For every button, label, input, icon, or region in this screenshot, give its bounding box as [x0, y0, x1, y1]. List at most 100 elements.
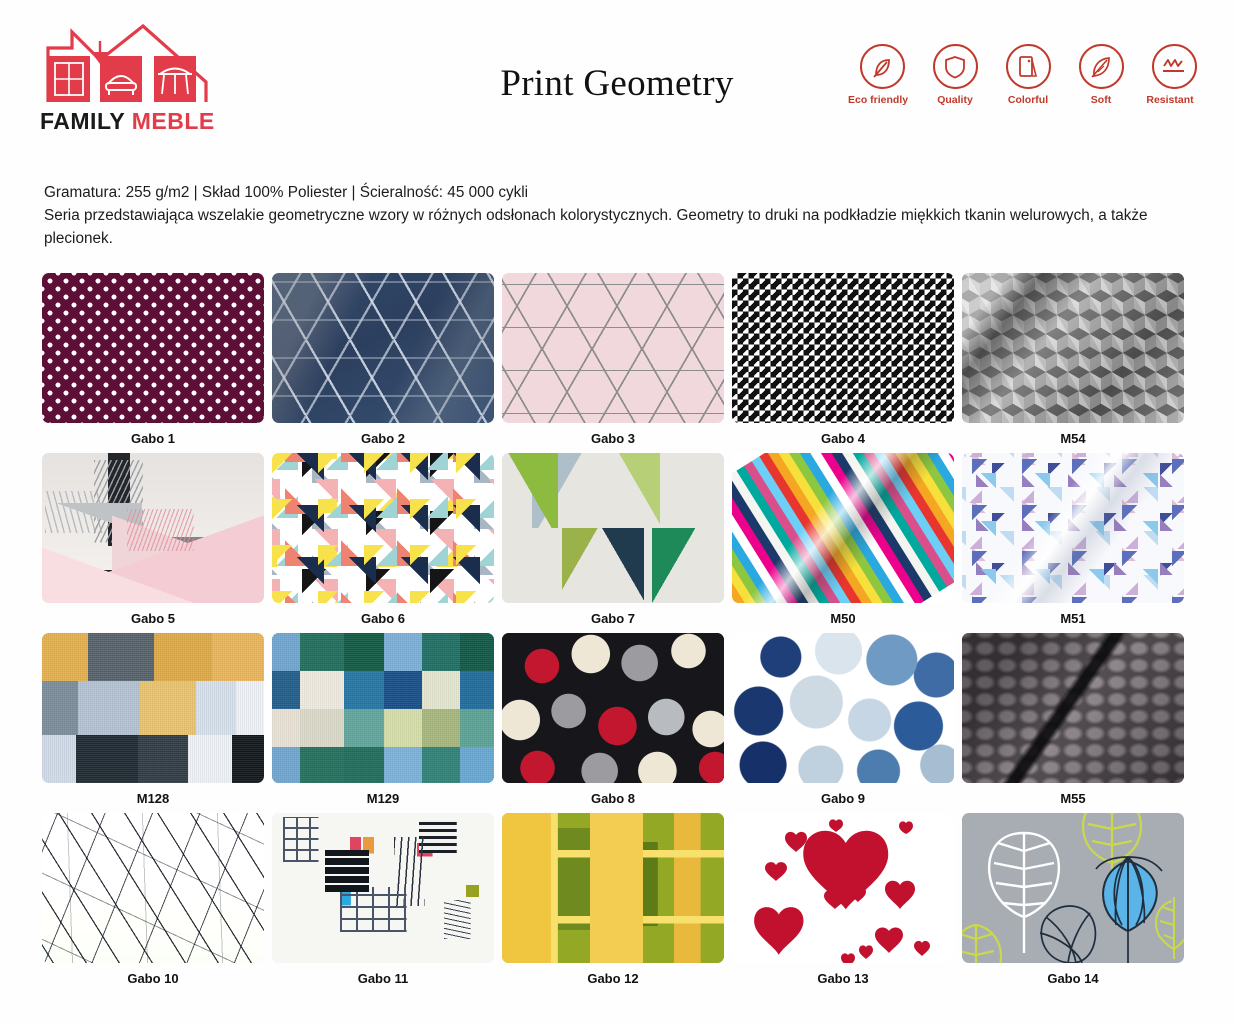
- fabric-swatch-image[interactable]: [272, 273, 494, 423]
- swatch-cell[interactable]: Gabo 3: [502, 273, 732, 453]
- swatch-cell[interactable]: Gabo 4: [732, 273, 962, 453]
- abrasion-icon: [1163, 58, 1184, 72]
- fabric-swatch-image[interactable]: [962, 633, 1184, 783]
- badge-colorful: Colorful: [1004, 44, 1052, 106]
- swatch-label: Gabo 13: [817, 971, 869, 986]
- badge-circle: [1151, 44, 1197, 89]
- hearts-graphic: [754, 819, 930, 963]
- pattern-m50: [732, 453, 954, 603]
- pattern-gabo-13: [732, 813, 954, 963]
- fabric-swatch-image[interactable]: [732, 633, 954, 783]
- swatch-label: M128: [136, 791, 170, 806]
- pattern-gabo-14: [962, 813, 1184, 963]
- swatch-cell[interactable]: Gabo 13: [732, 813, 962, 993]
- badge-soft: Soft: [1077, 44, 1125, 106]
- swatch-label: Gabo 9: [820, 791, 866, 806]
- fabric-swatch-image[interactable]: [962, 813, 1184, 963]
- pattern-gabo-7: [502, 453, 724, 603]
- pattern-gabo-8: [502, 633, 724, 783]
- fabric-swatch-image[interactable]: [962, 273, 1184, 423]
- badge-resistant: Resistant: [1146, 44, 1198, 106]
- pattern-gabo-12: [502, 813, 724, 963]
- pattern-gabo-5: [42, 453, 264, 603]
- brand-name-second: MEBLE: [131, 108, 215, 134]
- badge-label: Soft: [1090, 94, 1112, 106]
- fabric-swatch-image[interactable]: [502, 453, 724, 603]
- fabric-swatch-image[interactable]: [42, 273, 264, 423]
- swatch-label: Gabo 10: [127, 971, 179, 986]
- fabric-swatch-image[interactable]: [502, 273, 724, 423]
- badge-label: Quality: [937, 94, 973, 106]
- pattern-m129: [272, 633, 494, 783]
- badge-circle: [932, 44, 978, 89]
- pattern-gabo-11: [272, 813, 494, 963]
- swatch-cell[interactable]: Gabo 2: [272, 273, 502, 453]
- pattern-m128: [42, 633, 264, 783]
- fabric-swatch-image[interactable]: [502, 813, 724, 963]
- description-specs: Gramatura: 255 g/m2 | Skład 100% Poliest…: [44, 184, 529, 201]
- color-swatch-icon: [1019, 55, 1038, 77]
- pattern-m54: [962, 273, 1184, 423]
- swatch-cell[interactable]: Gabo 14: [962, 813, 1192, 993]
- fabric-catalog-page: FAMILY MEBLE Print Geometry Eco friendly: [0, 0, 1234, 1024]
- swatch-cell[interactable]: M55: [962, 633, 1192, 813]
- fabric-swatch-image[interactable]: [732, 453, 954, 603]
- feature-badges: Eco friendly Quality Colorful Soft Resis…: [848, 44, 1198, 106]
- pattern-gabo-1: [42, 273, 264, 423]
- pattern-gabo-4: [732, 273, 954, 423]
- swatch-label: Gabo 12: [587, 971, 639, 986]
- badge-label: Eco friendly: [848, 94, 909, 106]
- swatch-cell[interactable]: Gabo 9: [732, 633, 962, 813]
- badge-quality: Quality: [931, 44, 979, 106]
- botanical-graphic: [962, 813, 1184, 963]
- badge-label: Colorful: [1007, 94, 1049, 106]
- swatch-cell[interactable]: M51: [962, 453, 1192, 633]
- swatch-label: Gabo 6: [360, 611, 406, 626]
- swatch-cell[interactable]: Gabo 12: [502, 813, 732, 993]
- pattern-gabo-3: [502, 273, 724, 423]
- fabric-swatch-image[interactable]: [272, 633, 494, 783]
- product-description: Gramatura: 255 g/m2 | Skład 100% Poliest…: [44, 182, 1184, 250]
- fabric-swatch-image[interactable]: [272, 453, 494, 603]
- fabric-swatch-grid: Gabo 1 Gabo 2 Gabo 3 Gabo 4 M54 Gabo 5 G…: [42, 273, 1194, 993]
- badge-label: Resistant: [1146, 94, 1194, 106]
- pattern-m55: [962, 633, 1184, 783]
- badge-eco-friendly: Eco friendly: [848, 44, 908, 106]
- swatch-label: Gabo 3: [590, 431, 636, 446]
- swatch-label: M55: [1060, 791, 1086, 806]
- fabric-swatch-image[interactable]: [732, 813, 954, 963]
- swatch-label: Gabo 14: [1047, 971, 1099, 986]
- swatch-cell[interactable]: M54: [962, 273, 1192, 453]
- fabric-swatch-image[interactable]: [962, 453, 1184, 603]
- swatch-cell[interactable]: Gabo 7: [502, 453, 732, 633]
- swatch-cell[interactable]: Gabo 1: [42, 273, 272, 453]
- swatch-label: Gabo 1: [130, 431, 176, 446]
- swatch-label: Gabo 4: [820, 431, 866, 446]
- swatch-label: Gabo 8: [590, 791, 636, 806]
- swatch-label: M54: [1060, 431, 1086, 446]
- badge-circle: [1078, 44, 1124, 89]
- swatch-cell[interactable]: Gabo 11: [272, 813, 502, 993]
- fabric-swatch-image[interactable]: [42, 453, 264, 603]
- swatch-label: M50: [830, 611, 856, 626]
- swatch-label: Gabo 2: [360, 431, 406, 446]
- swatch-cell[interactable]: Gabo 8: [502, 633, 732, 813]
- badge-circle: [859, 44, 905, 89]
- fabric-swatch-image[interactable]: [732, 273, 954, 423]
- badge-circle: [1005, 44, 1051, 89]
- swatch-cell[interactable]: M50: [732, 453, 962, 633]
- page-header: FAMILY MEBLE Print Geometry Eco friendly: [0, 0, 1234, 165]
- fabric-swatch-image[interactable]: [42, 633, 264, 783]
- swatch-cell[interactable]: Gabo 6: [272, 453, 502, 633]
- fabric-swatch-image[interactable]: [42, 813, 264, 963]
- swatch-label: Gabo 11: [357, 971, 409, 986]
- pattern-m51: [962, 453, 1184, 603]
- fabric-swatch-image[interactable]: [272, 813, 494, 963]
- swatch-label: Gabo 7: [590, 611, 636, 626]
- swatch-cell[interactable]: Gabo 10: [42, 813, 272, 993]
- fabric-swatch-image[interactable]: [502, 633, 724, 783]
- pattern-gabo-2: [272, 273, 494, 423]
- swatch-cell[interactable]: Gabo 5: [42, 453, 272, 633]
- swatch-cell[interactable]: M128: [42, 633, 272, 813]
- swatch-cell[interactable]: M129: [272, 633, 502, 813]
